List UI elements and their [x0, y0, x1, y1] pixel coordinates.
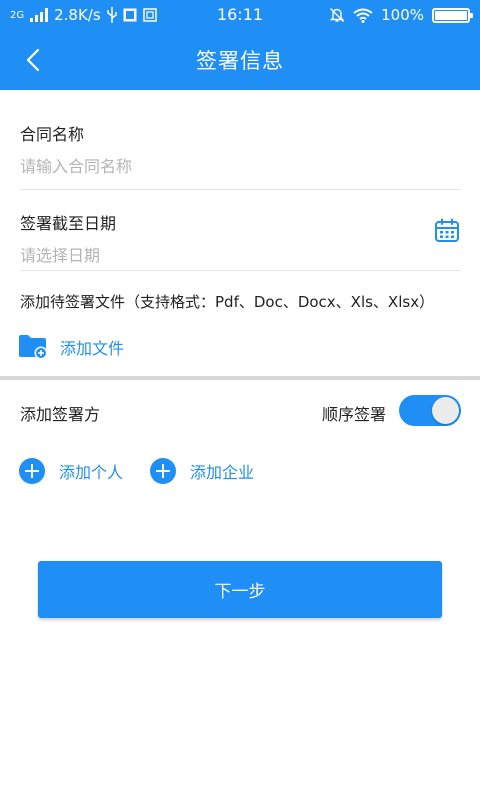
plus-circle-icon: [19, 458, 45, 484]
mute-bell-icon: [329, 8, 345, 22]
section-divider: [0, 376, 480, 380]
divider: [20, 270, 461, 271]
add-person-button[interactable]: 添加个人: [19, 458, 123, 484]
next-step-button[interactable]: 下一步: [38, 561, 442, 618]
page-title: 签署信息: [196, 49, 284, 73]
add-company-button[interactable]: 添加企业: [150, 458, 254, 484]
add-signer-label: 添加签署方: [20, 405, 101, 424]
divider: [20, 189, 461, 190]
add-company-label: 添加企业: [190, 463, 255, 482]
wifi-icon: [353, 8, 373, 23]
folder-add-icon: [19, 335, 48, 360]
calendar-icon[interactable]: [434, 218, 460, 244]
add-person-label: 添加个人: [59, 463, 124, 482]
files-label: 添加待签署文件（支持格式：Pdf、Doc、Docx、Xls、Xlsx）: [20, 293, 435, 311]
sequential-sign-label: 顺序签署: [322, 405, 387, 424]
battery-icon: [432, 7, 473, 23]
add-file-button[interactable]: 添加文件: [18, 333, 124, 360]
battery-percent: 100%: [381, 6, 424, 24]
status-bar: 2G 2.8K/s 16:11 100%: [0, 0, 480, 30]
sequential-sign-toggle[interactable]: [399, 395, 461, 426]
nav-bar: 签署信息: [0, 30, 480, 90]
contract-name-label: 合同名称: [20, 125, 85, 144]
deadline-input[interactable]: [20, 244, 400, 266]
add-file-label: 添加文件: [60, 338, 125, 358]
status-right: 100%: [329, 6, 473, 24]
plus-circle-icon: [150, 458, 176, 484]
contract-name-input[interactable]: [20, 155, 420, 177]
toggle-knob: [432, 397, 459, 424]
deadline-label: 签署截至日期: [20, 214, 117, 233]
